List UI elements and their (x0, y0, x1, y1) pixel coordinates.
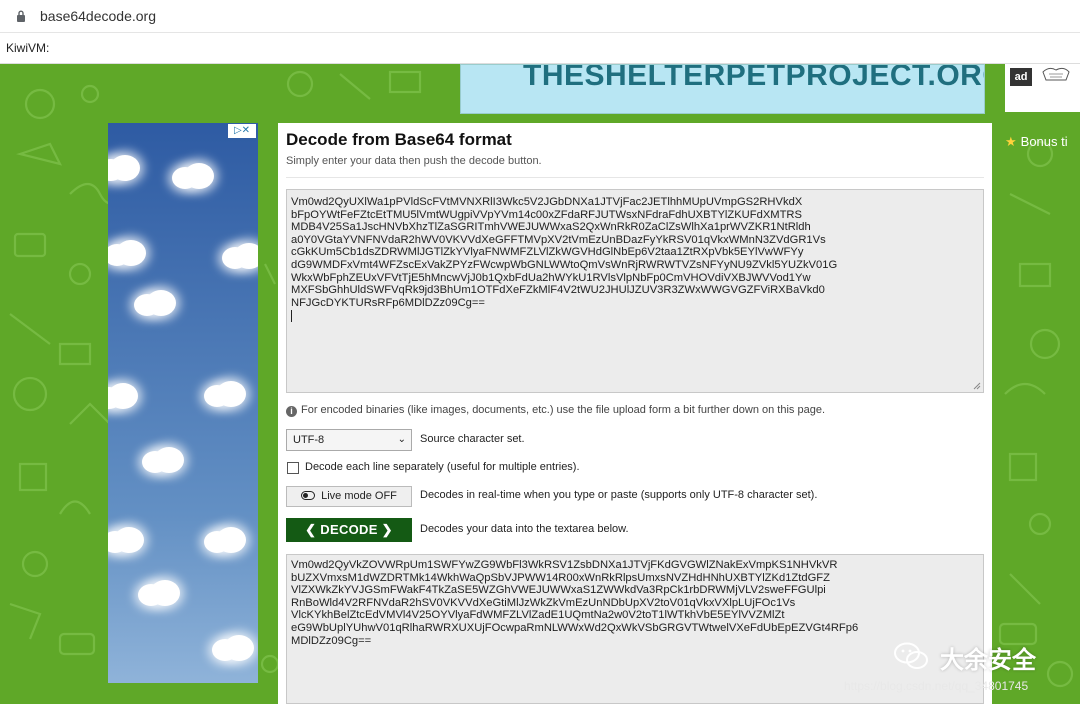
main-panel: Decode from Base64 format Simply enter y… (278, 123, 992, 704)
live-mode-button[interactable]: Live mode OFF (286, 486, 412, 507)
line-separately-label: Decode each line separately (useful for … (305, 461, 580, 473)
toggle-icon (301, 491, 316, 500)
cloud-decoration (200, 379, 248, 409)
divider (286, 177, 984, 178)
cloud-decoration (168, 161, 216, 191)
charset-label: Source character set. (420, 433, 525, 445)
live-mode-description: Decodes in real-time when you type or pa… (420, 489, 818, 501)
star-icon: ★ (1005, 134, 1017, 149)
resize-grip-icon[interactable] (973, 382, 981, 390)
bonus-link[interactable]: ★ Bonus ti (1005, 134, 1068, 150)
charset-select[interactable]: UTF-8 ⌄ (286, 429, 412, 451)
ad-choices-icon[interactable]: ▷✕ (228, 124, 256, 138)
url-text[interactable]: base64decode.org (40, 8, 156, 24)
cloud-decoration (108, 381, 140, 411)
text-cursor (291, 310, 292, 323)
banner-ad-text: THESHELTERPETPROJECT.ORG (523, 64, 985, 92)
decode-description: Decodes your data into the textarea belo… (420, 523, 629, 535)
output-text: Vm0wd2QyVkZOVWRpUm1SWFYwZG9WbFl3WkRSV1Zs… (291, 559, 859, 647)
cloud-decoration (108, 238, 148, 268)
address-bar[interactable]: base64decode.org (0, 0, 1080, 33)
input-text: Vm0wd2QyUXlWa1pPVldScFVtMVNXRlI3Wkc5V2JG… (291, 196, 838, 309)
bookmarks-bar: KiwiVM: (0, 33, 1080, 64)
ad-council-box: ad (1005, 64, 1080, 112)
bookmark-kiwivm[interactable]: KiwiVM: (6, 41, 49, 55)
banner-ad[interactable]: THESHELTERPETPROJECT.ORG (460, 64, 985, 114)
cloud-decoration (218, 241, 258, 271)
bonus-label: Bonus ti (1020, 134, 1068, 149)
wechat-icon (894, 642, 928, 669)
decode-label: DECODE (320, 522, 378, 537)
cloud-decoration (130, 288, 178, 318)
info-icon: i (286, 406, 297, 417)
cloud-decoration (134, 578, 182, 608)
decode-button[interactable]: ❮ DECODE ❯ (286, 518, 412, 542)
humane-society-logo (1042, 67, 1070, 81)
page-title: Decode from Base64 format (286, 130, 512, 149)
page-subtitle: Simply enter your data then push the dec… (286, 155, 542, 167)
ad-council-logo: ad (1010, 68, 1032, 86)
info-note: i For encoded binaries (like images, docu… (286, 404, 825, 417)
live-mode-label: Live mode OFF (321, 490, 397, 502)
cloud-decoration (108, 153, 142, 183)
cloud-decoration (200, 525, 248, 555)
sidebar-ad[interactable] (108, 123, 258, 683)
line-separately-checkbox[interactable] (287, 462, 299, 474)
watermark-brand: 大余安全 (940, 647, 1036, 674)
chevron-right-icon: ❯ (381, 522, 393, 537)
watermark-url: https://blog.csdn.net/qq_34801745 (844, 679, 1029, 693)
lock-icon (17, 10, 25, 22)
info-note-text: For encoded binaries (like images, docum… (301, 404, 826, 416)
cloud-decoration (108, 525, 146, 555)
cloud-decoration (208, 633, 256, 663)
cloud-decoration (138, 445, 186, 475)
charset-value: UTF-8 (293, 434, 325, 446)
chevron-left-icon: ❮ (305, 522, 317, 537)
input-textarea[interactable]: Vm0wd2QyUXlWa1pPVldScFVtMVNXRlI3Wkc5V2JG… (286, 189, 984, 393)
chevron-down-icon: ⌄ (397, 434, 406, 445)
